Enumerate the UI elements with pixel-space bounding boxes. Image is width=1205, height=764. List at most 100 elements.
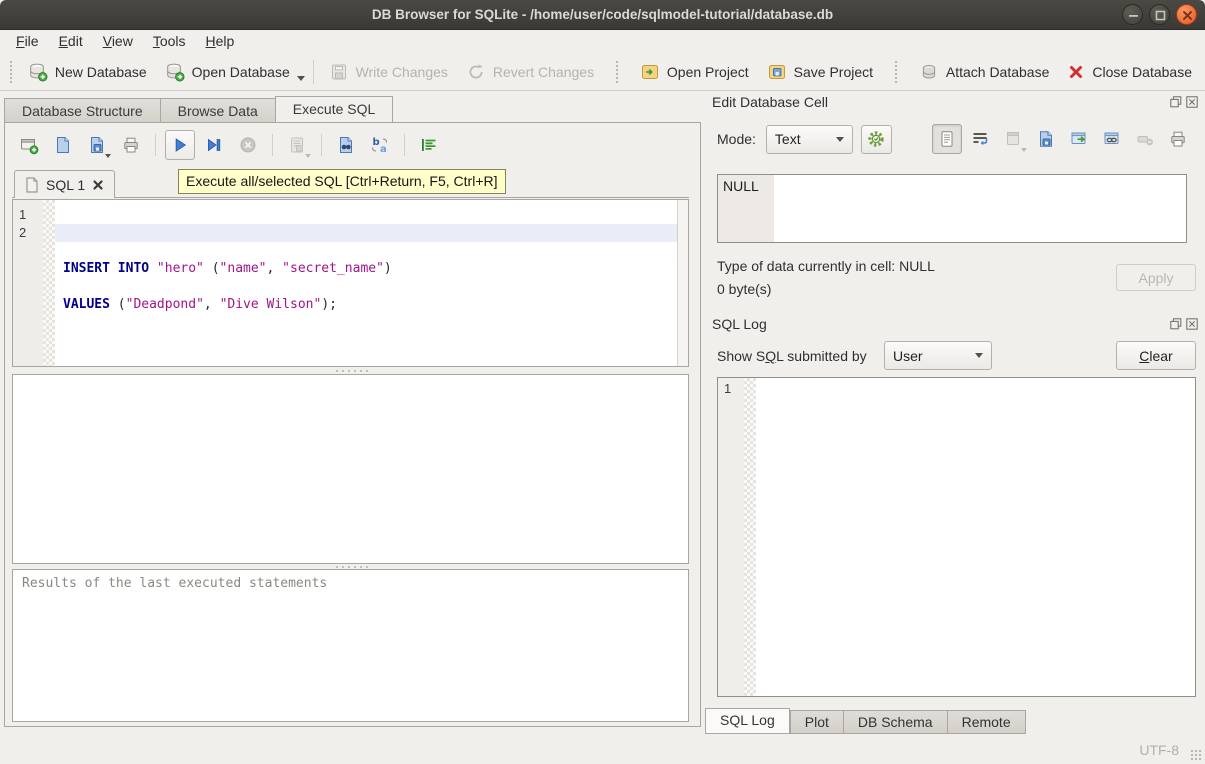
tab-execute-sql[interactable]: Execute SQL [275, 96, 394, 123]
editor-line-1: 1 INSERT INTO "hero" ("name", "secret_na… [13, 206, 688, 224]
cell-text-area[interactable] [774, 175, 1186, 242]
format-sql-button[interactable] [414, 130, 444, 160]
menu-tools[interactable]: Tools [143, 30, 196, 53]
close-database-button[interactable]: Close Database [1058, 58, 1201, 86]
editor-scrollbar[interactable] [677, 200, 688, 366]
menu-file[interactable]: File [6, 30, 49, 53]
cell-value-editor[interactable]: NULL [717, 174, 1187, 243]
close-dock-icon[interactable] [1186, 318, 1198, 330]
tab-sql-log[interactable]: SQL Log [705, 708, 790, 734]
attach-database-button[interactable]: Attach Database [910, 57, 1059, 87]
word-wrap-button[interactable] [965, 124, 995, 154]
new-database-button[interactable]: New Database [19, 57, 156, 87]
submitted-by-combobox[interactable]: User [884, 341, 992, 370]
text-mode-button[interactable] [932, 124, 962, 154]
minimize-button[interactable] [1122, 4, 1143, 25]
execute-sql-button[interactable] [165, 130, 195, 160]
encoding-indicator: UTF-8 [1139, 742, 1179, 758]
external-window-icon [1069, 129, 1089, 149]
log-line-number: 1 [718, 378, 744, 696]
results-placeholder: Results of the last executed statements [22, 576, 327, 591]
find-replace-icon: b a [370, 135, 390, 155]
save-sql-file-button[interactable] [82, 130, 112, 160]
auto-switch-mode-button[interactable] [861, 125, 892, 154]
toolbar-separator [321, 134, 322, 156]
copy-link-button[interactable] [1097, 124, 1127, 154]
format-icon [419, 135, 439, 155]
new-sql-tab-button[interactable] [14, 130, 44, 160]
open-database-button[interactable]: Open Database [156, 57, 299, 87]
execute-current-line-button[interactable] [199, 130, 229, 160]
window-controls [1122, 4, 1197, 25]
set-null-button [1130, 124, 1160, 154]
find-replace-button[interactable]: b a [365, 130, 395, 160]
float-dock-icon[interactable] [1170, 96, 1182, 108]
print-sql-button[interactable] [116, 130, 146, 160]
export-cell-data-button[interactable] [1031, 124, 1061, 154]
resize-grip[interactable] [1190, 749, 1202, 761]
word-wrap-icon [970, 129, 990, 149]
save-dropdown-arrow[interactable] [105, 154, 111, 158]
mode-value: Text [775, 131, 826, 147]
main-toolbar: New Database Open Database Write Changes [0, 53, 1205, 91]
execute-icon [170, 135, 190, 155]
menu-help[interactable]: Help [196, 30, 245, 53]
menu-edit[interactable]: Edit [49, 30, 93, 53]
tab-browse-data[interactable]: Browse Data [160, 98, 275, 123]
open-project-button[interactable]: Open Project [631, 57, 758, 87]
close-dock-icon[interactable] [1186, 96, 1198, 108]
float-dock-icon[interactable] [1170, 318, 1182, 330]
cell-type-info: Type of data currently in cell: NULL [717, 258, 935, 274]
line-number: 1 [13, 206, 43, 224]
close-tab-icon[interactable] [92, 179, 104, 191]
titlebar: DB Browser for SQLite - /home/user/code/… [0, 0, 1205, 30]
toolbar-separator [313, 60, 314, 84]
submitted-by-value: User [893, 348, 965, 364]
maximize-button[interactable] [1149, 4, 1170, 25]
sql-1-tab[interactable]: SQL 1 [14, 170, 115, 198]
save-results-icon [287, 135, 307, 155]
toolbar-grip [894, 60, 899, 84]
clear-log-button[interactable]: Clear [1116, 341, 1196, 370]
new-tab-icon [19, 135, 39, 155]
results-grid [12, 374, 689, 564]
revert-changes-button: Revert Changes [457, 57, 603, 87]
print-icon [121, 135, 141, 155]
gear-icon [866, 129, 886, 149]
export-save-icon [1036, 129, 1056, 149]
open-sql-file-button[interactable] [48, 130, 78, 160]
status-bar: UTF-8 [0, 730, 1205, 764]
svg-text:b: b [373, 137, 380, 148]
svg-text:a: a [380, 144, 387, 155]
editor-line-2: 2 VALUES ("Deadpond", "Dive Wilson"); [13, 224, 688, 242]
print-cell-button[interactable] [1163, 124, 1193, 154]
import-file-icon [1003, 129, 1023, 149]
save-project-button[interactable]: Save Project [758, 57, 882, 87]
revert-changes-icon [466, 62, 486, 82]
close-button[interactable] [1176, 4, 1197, 25]
open-database-dropdown-arrow[interactable] [297, 76, 305, 81]
open-external-button[interactable] [1064, 124, 1094, 154]
mode-combobox[interactable]: Text [766, 125, 853, 154]
sql-editor[interactable]: 1 INSERT INTO "hero" ("name", "secret_na… [12, 199, 689, 367]
log-fold-margin [744, 378, 756, 696]
save-file-icon [87, 135, 107, 155]
cell-size-info: 0 byte(s) [717, 281, 771, 297]
tab-database-structure[interactable]: Database Structure [4, 98, 160, 123]
find-icon [336, 135, 356, 155]
stop-execution-button [233, 130, 263, 160]
sql-log-dock-header: SQL Log [712, 315, 1198, 333]
chevron-down-icon [836, 137, 844, 142]
menu-view[interactable]: View [93, 30, 143, 53]
apply-button: Apply [1116, 264, 1196, 291]
link-icon [1102, 129, 1122, 149]
minimize-icon [1123, 5, 1144, 26]
write-changes-button: Write Changes [320, 57, 457, 87]
sql-log-area: 1 [717, 377, 1196, 697]
menubar: File Edit View Tools Help [0, 30, 1205, 53]
save-results-button [282, 130, 312, 160]
attach-database-icon [919, 62, 939, 82]
find-button[interactable] [331, 130, 361, 160]
save-project-icon [767, 62, 787, 82]
open-file-icon [53, 135, 73, 155]
